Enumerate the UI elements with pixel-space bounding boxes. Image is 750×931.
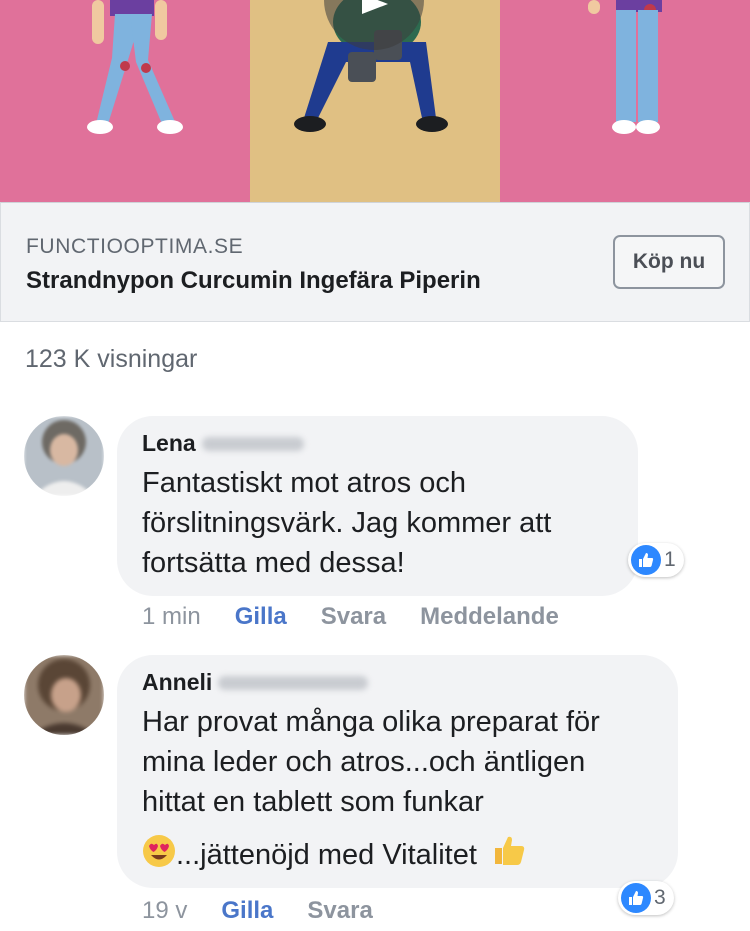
link-title: Strandnypon Curcumin Ingefära Piperin bbox=[26, 267, 481, 294]
like-link[interactable]: Gilla bbox=[221, 897, 273, 925]
comment-bubble: Anneli Har provat många olika preparat f… bbox=[117, 655, 678, 888]
message-link[interactable]: Meddelande bbox=[420, 603, 559, 631]
comment-author[interactable]: Lena bbox=[142, 430, 612, 457]
view-count: 123 K visningar bbox=[25, 345, 198, 373]
like-link[interactable]: Gilla bbox=[235, 603, 287, 631]
comment-author-name: Anneli bbox=[142, 669, 213, 695]
comment-text: Har provat många olika preparat för mina… bbox=[142, 702, 652, 879]
comment-actions: 1 min Gilla Svara Meddelande bbox=[142, 603, 593, 631]
comment-author-name: Lena bbox=[142, 430, 196, 456]
reaction-count-badge[interactable]: 3 bbox=[618, 881, 674, 915]
blurred-surname bbox=[218, 675, 369, 690]
comment-bubble: Lena Fantastiskt mot atros och förslitni… bbox=[117, 416, 638, 596]
comment-text-line-with-emoji: ...jättenöjd med Vitalitet bbox=[142, 832, 652, 879]
reply-link[interactable]: Svara bbox=[307, 897, 372, 925]
reaction-count-badge[interactable]: 1 bbox=[628, 543, 684, 577]
comment-text-line: Har provat många olika preparat för bbox=[142, 706, 600, 738]
comment-text: Fantastiskt mot atros och förslitningsvä… bbox=[142, 467, 552, 579]
heart-eyes-emoji-icon bbox=[142, 834, 176, 879]
thumbs-up-emoji-icon bbox=[491, 832, 527, 879]
video-panel-middle bbox=[250, 0, 500, 202]
comment-text-line: mina leder och atros...och äntligen bbox=[142, 746, 586, 778]
thumbs-up-icon bbox=[631, 545, 661, 575]
link-domain: FUNCTIOOPTIMA.SE bbox=[26, 235, 244, 258]
reply-link[interactable]: Svara bbox=[321, 603, 386, 631]
comment-text-line-text: ...jättenöjd med Vitalitet bbox=[176, 839, 477, 871]
reaction-count: 1 bbox=[664, 548, 676, 571]
comment-author[interactable]: Anneli bbox=[142, 669, 652, 696]
video-panel-left bbox=[0, 0, 250, 202]
avatar[interactable] bbox=[24, 655, 104, 735]
comment-timestamp[interactable]: 1 min bbox=[142, 603, 201, 631]
blurred-surname bbox=[201, 436, 304, 451]
comment-text-line: hittat en tablett som funkar bbox=[142, 786, 484, 818]
link-preview-card[interactable]: FUNCTIOOPTIMA.SE Strandnypon Curcumin In… bbox=[0, 202, 750, 322]
ad-video[interactable] bbox=[0, 0, 750, 202]
comment-timestamp[interactable]: 19 v bbox=[142, 897, 187, 925]
reaction-count: 3 bbox=[654, 886, 666, 909]
comment-actions: 19 v Gilla Svara bbox=[142, 897, 407, 925]
video-panel-right bbox=[500, 0, 750, 202]
thumbs-up-icon bbox=[621, 883, 651, 913]
buy-now-button[interactable]: Köp nu bbox=[613, 235, 725, 289]
avatar[interactable] bbox=[24, 416, 104, 496]
